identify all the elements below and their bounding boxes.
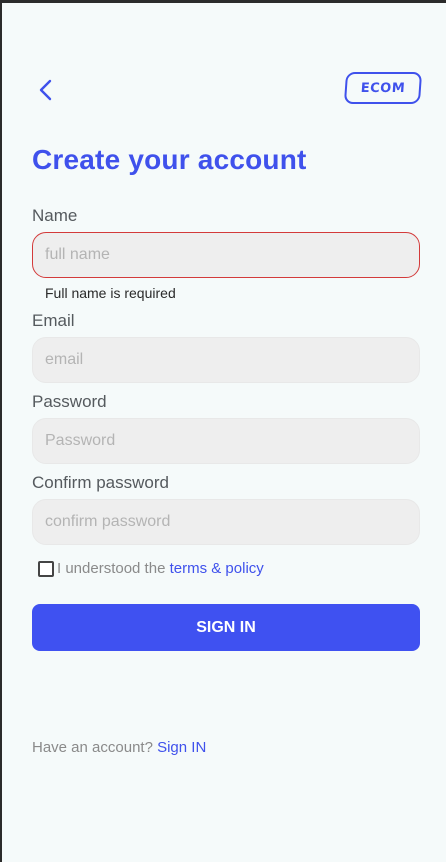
- sign-in-button[interactable]: SIGN IN: [32, 604, 420, 651]
- terms-text: I understood the terms & policy: [57, 560, 264, 577]
- confirm-password-input[interactable]: [32, 499, 420, 545]
- confirm-password-label: Confirm password: [32, 473, 169, 492]
- chevron-left-icon: [39, 79, 52, 101]
- password-label: Password: [32, 392, 107, 411]
- password-input[interactable]: [32, 418, 420, 464]
- terms-checkbox[interactable]: [38, 560, 54, 577]
- signup-screen: ECOM Create your account Name Full name …: [2, 3, 446, 862]
- terms-policy-link[interactable]: terms & policy: [170, 560, 264, 577]
- email-label: Email: [32, 311, 75, 330]
- name-input[interactable]: [32, 232, 420, 278]
- terms-prefix: I understood the: [57, 560, 170, 577]
- sign-in-link[interactable]: Sign IN: [157, 739, 206, 756]
- footer-text: Have an account?: [32, 739, 158, 756]
- name-error-message: Full name is required: [45, 285, 176, 301]
- terms-row: I understood the terms & policy: [38, 560, 264, 577]
- page-title: Create your account: [32, 144, 307, 175]
- logo-text: ECOM: [360, 80, 406, 96]
- email-input[interactable]: [32, 337, 420, 383]
- back-button[interactable]: [32, 75, 60, 105]
- name-label: Name: [32, 206, 78, 225]
- footer: Have an account? Sign IN: [32, 739, 206, 756]
- logo-badge: ECOM: [343, 72, 423, 104]
